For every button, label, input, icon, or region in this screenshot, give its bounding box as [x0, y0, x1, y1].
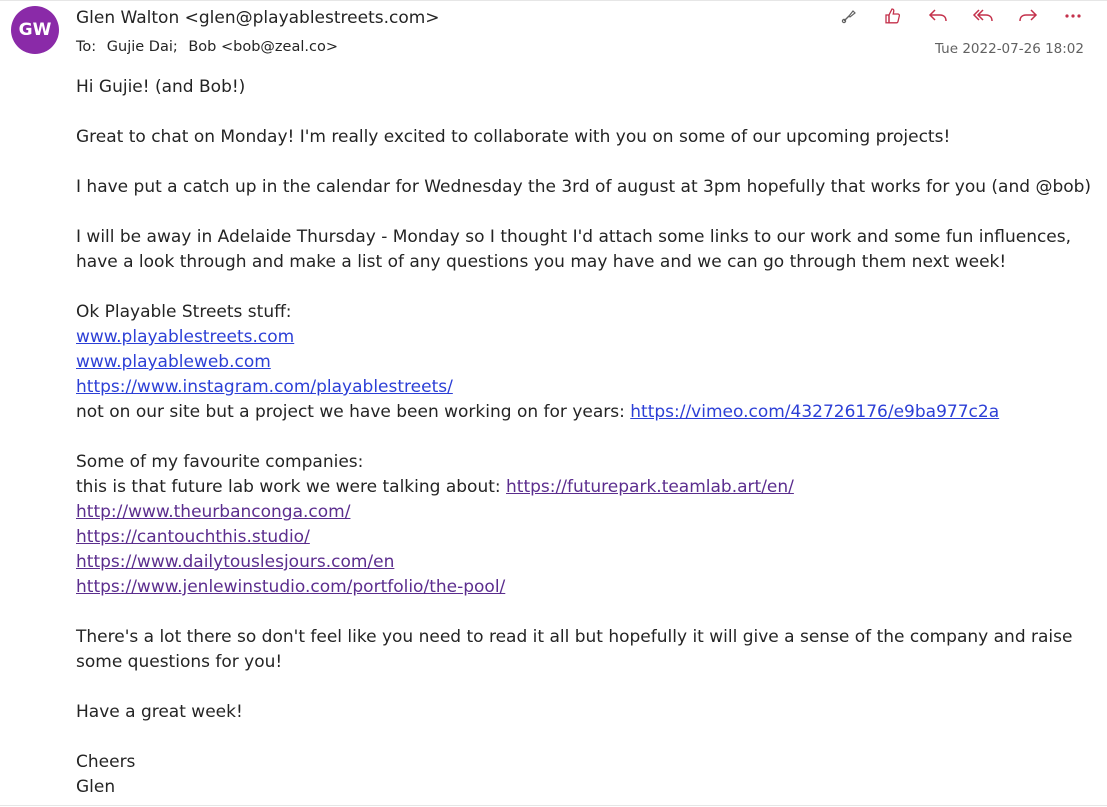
playable-streets-heading: Ok Playable Streets stuff:: [76, 302, 292, 322]
paragraph-calendar: I have put a catch up in the calendar fo…: [76, 177, 1092, 197]
paragraph-away: I will be away in Adelaide Thursday - Mo…: [76, 225, 1086, 275]
top-divider: [0, 0, 1107, 1]
paragraph-closing: There's a lot there so don't feel like y…: [76, 625, 1086, 675]
signature-cheers: Cheers: [76, 752, 136, 772]
bottom-divider: [0, 805, 1107, 806]
greeting: Hi Gujie! (and Bob!): [76, 77, 246, 97]
recipient-bob[interactable]: Bob <bob@zeal.co>: [188, 39, 338, 55]
signature: Cheers Glen: [76, 750, 1086, 800]
paragraph-away-line2: have a look through and make a list of a…: [76, 252, 1007, 272]
avatar[interactable]: GW: [11, 6, 59, 54]
sender-name[interactable]: Glen Walton <glen@playablestreets.com>: [76, 8, 440, 28]
vimeo-text: not on our site but a project we have be…: [76, 402, 631, 422]
forward-icon: [1019, 9, 1038, 22]
message-body: Hi Gujie! (and Bob!) Great to chat on Mo…: [76, 75, 1092, 800]
paint-brush-button[interactable]: [836, 4, 862, 28]
playable-streets-section: Ok Playable Streets stuff: www.playables…: [76, 300, 1086, 425]
more-icon: [1065, 14, 1081, 18]
paint-brush-icon: [841, 10, 856, 24]
signature-name: Glen: [76, 777, 116, 797]
like-button[interactable]: [880, 4, 906, 28]
signoff: Have a great week!: [76, 702, 243, 722]
sent-date: Tue 2022-07-26 18:02: [934, 41, 1084, 57]
avatar-initials: GW: [18, 20, 52, 40]
link-jenlewinstudio[interactable]: https://www.jenlewinstudio.com/portfolio…: [76, 577, 505, 597]
thumbs-up-icon: [885, 8, 901, 24]
reply-all-button[interactable]: [970, 4, 996, 28]
link-playableweb[interactable]: www.playableweb.com: [76, 352, 271, 372]
closing-line2: some questions for you!: [76, 652, 283, 672]
link-instagram[interactable]: https://www.instagram.com/playablestreet…: [76, 377, 453, 397]
vimeo-line: not on our site but a project we have be…: [76, 400, 1086, 425]
paragraph-away-line1: I will be away in Adelaide Thursday - Mo…: [76, 227, 1072, 247]
futurelab-text: this is that future lab work we were tal…: [76, 477, 507, 497]
forward-button[interactable]: [1015, 4, 1041, 28]
closing-line1: There's a lot there so don't feel like y…: [76, 627, 1073, 647]
reply-icon: [928, 9, 947, 22]
to-label: To:: [76, 39, 97, 55]
link-playablestreets[interactable]: www.playablestreets.com: [76, 327, 294, 347]
futurelab-line: this is that future lab work we were tal…: [76, 475, 1086, 500]
recipients-row: To: Gujie Dai; Bob <bob@zeal.co>: [76, 39, 344, 55]
reply-all-icon: [972, 9, 993, 22]
link-cantouchthis[interactable]: https://cantouchthis.studio/: [76, 527, 310, 547]
reply-button[interactable]: [925, 4, 951, 28]
recipient-gujie[interactable]: Gujie Dai;: [107, 39, 178, 55]
link-vimeo[interactable]: https://vimeo.com/432726176/e9ba977c2a: [630, 402, 999, 422]
favourites-heading: Some of my favourite companies:: [76, 452, 364, 472]
link-urbanconga[interactable]: http://www.theurbanconga.com/: [76, 502, 350, 522]
link-dailytouslesjours[interactable]: https://www.dailytouslesjours.com/en: [76, 552, 394, 572]
more-actions-button[interactable]: [1060, 4, 1086, 28]
link-futurepark[interactable]: https://futurepark.teamlab.art/en/: [506, 477, 794, 497]
paragraph-intro: Great to chat on Monday! I'm really exci…: [76, 127, 951, 147]
favourites-section: Some of my favourite companies: this is …: [76, 450, 1086, 600]
